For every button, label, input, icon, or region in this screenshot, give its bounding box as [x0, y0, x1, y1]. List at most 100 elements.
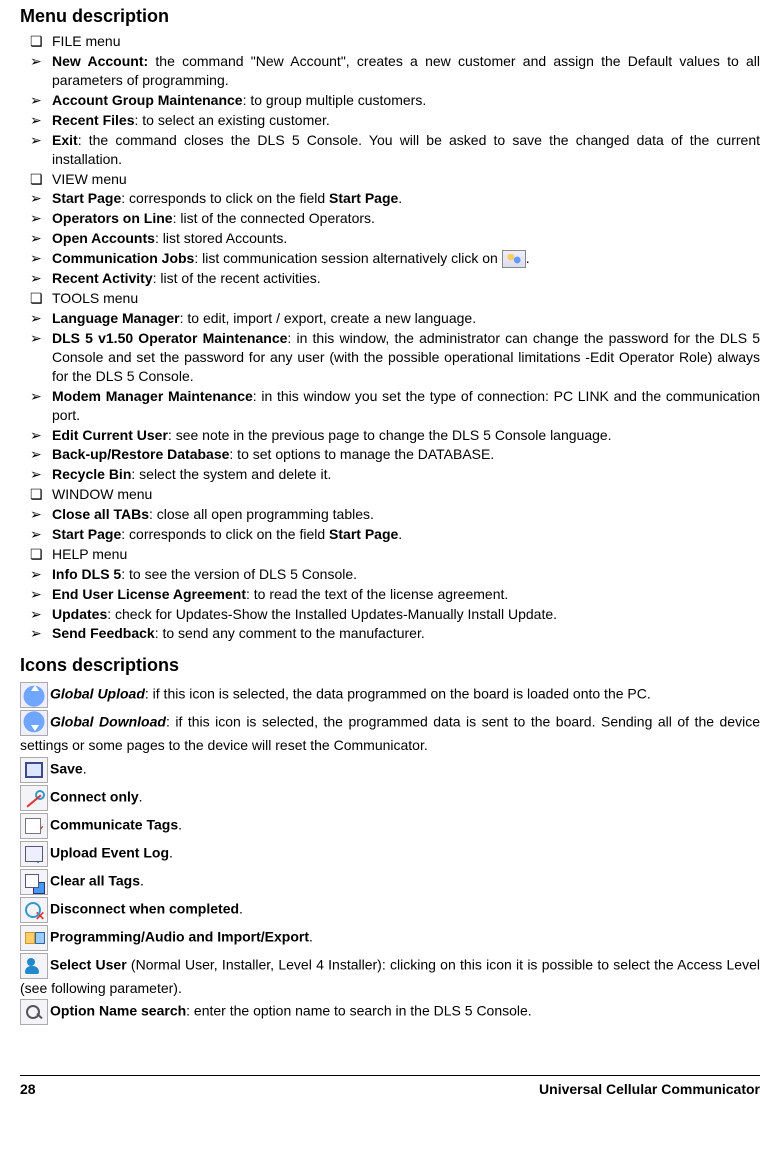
icon-item-desc: .: [140, 872, 144, 888]
menu-item-bold: Info DLS 5: [52, 566, 121, 582]
menu-item-tail: .: [398, 190, 402, 206]
icon-item-desc: : enter the option name to search in the…: [186, 1003, 532, 1019]
menu-item-desc: FILE menu: [52, 33, 120, 49]
menu-item-text: HELP menu: [52, 545, 760, 564]
menu-item-bold: Start Page: [52, 526, 121, 542]
menu-item: ❏TOOLS menu: [20, 289, 760, 308]
menu-item-desc: : close all open programming tables.: [149, 506, 374, 522]
gup-icon: [20, 682, 48, 708]
gdn-icon: [20, 710, 48, 736]
bullet-arrow-icon: ➢: [30, 465, 52, 484]
menu-item: ➢Account Group Maintenance: to group mul…: [20, 91, 760, 110]
uel-icon: [20, 841, 48, 867]
bullet-arrow-icon: ➢: [30, 189, 52, 208]
user-icon: [20, 953, 48, 979]
bullet-arrow-icon: ➢: [30, 624, 52, 643]
icon-item-label: Clear all Tags: [50, 872, 140, 888]
icon-item: Programming/Audio and Import/Export.: [20, 925, 760, 951]
menu-item-desc: HELP menu: [52, 546, 127, 562]
menu-item: ➢Start Page: corresponds to click on the…: [20, 525, 760, 544]
menu-item-desc: : list stored Accounts.: [155, 230, 287, 246]
menu-item: ➢Recycle Bin: select the system and dele…: [20, 465, 760, 484]
menu-item-bold: Back-up/Restore Database: [52, 446, 229, 462]
menu-item-desc: : to read the text of the license agreem…: [246, 586, 508, 602]
icon-item: Global Upload: if this icon is selected,…: [20, 682, 760, 708]
menu-item: ➢Modem Manager Maintenance: in this wind…: [20, 387, 760, 425]
conn-icon: [20, 785, 48, 811]
icon-item: Global Download: if this icon is selecte…: [20, 710, 760, 755]
menu-item: ❏WINDOW menu: [20, 485, 760, 504]
bullet-arrow-icon: ➢: [30, 585, 52, 604]
menu-item-bold: Recent Activity: [52, 270, 153, 286]
save-icon: [20, 757, 48, 783]
menu-item-desc: : list of the connected Operators.: [173, 210, 375, 226]
bullet-arrow-icon: ➢: [30, 505, 52, 524]
menu-item-desc: TOOLS menu: [52, 290, 138, 306]
icon-item-label: Save: [50, 760, 83, 776]
menu-item-desc: VIEW menu: [52, 171, 127, 187]
ctag-icon: [20, 813, 48, 839]
menu-item: ➢Updates: check for Updates-Show the Ins…: [20, 605, 760, 624]
icon-item-label: Programming/Audio and Import/Export: [50, 928, 309, 944]
communication-jobs-icon: [502, 250, 526, 268]
menu-item: ➢Communication Jobs: list communication …: [20, 249, 760, 268]
bullet-arrow-icon: ➢: [30, 209, 52, 228]
menu-item-bold: New Account:: [52, 53, 148, 69]
icon-item-desc: .: [83, 760, 87, 776]
menu-item-bold: Edit Current User: [52, 427, 168, 443]
menu-item-bold: Recent Files: [52, 112, 134, 128]
icon-item: Select User (Normal User, Installer, Lev…: [20, 953, 760, 998]
icon-item-label: Communicate Tags: [50, 816, 178, 832]
menu-item-text: DLS 5 v1.50 Operator Maintenance: in thi…: [52, 329, 760, 386]
menu-item-text: FILE menu: [52, 32, 760, 51]
icon-item-label: Upload Event Log: [50, 844, 169, 860]
menu-item-text: Recent Activity: list of the recent acti…: [52, 269, 760, 288]
menu-item-bold: Communication Jobs: [52, 250, 194, 266]
icon-item-desc: .: [139, 788, 143, 804]
bullet-arrow-icon: ➢: [30, 229, 52, 248]
menu-item-text: Open Accounts: list stored Accounts.: [52, 229, 760, 248]
prog-icon: [20, 925, 48, 951]
menu-item-text: WINDOW menu: [52, 485, 760, 504]
menu-item-desc: WINDOW menu: [52, 486, 152, 502]
menu-item: ❏HELP menu: [20, 545, 760, 564]
menu-item-bold: Operators on Line: [52, 210, 173, 226]
menu-item-desc: : check for Updates-Show the Installed U…: [107, 606, 557, 622]
bullet-arrow-icon: ➢: [30, 249, 52, 268]
bullet-arrow-icon: ➢: [30, 269, 52, 288]
menu-item-desc: : list communication session alternative…: [194, 250, 501, 266]
menu-item-bold: Close all TABs: [52, 506, 149, 522]
bullet-arrow-icon: ➢: [30, 387, 52, 406]
menu-item-text: Communication Jobs: list communication s…: [52, 249, 760, 268]
menu-item-tail: .: [398, 526, 402, 542]
menu-item-text: Start Page: corresponds to click on the …: [52, 189, 760, 208]
menu-item-desc: : to send any comment to the manufacture…: [155, 625, 425, 641]
menu-item-text: End User License Agreement: to read the …: [52, 585, 760, 604]
menu-item: ➢Exit: the command closes the DLS 5 Cons…: [20, 131, 760, 169]
menu-item-bold: Account Group Maintenance: [52, 92, 243, 108]
srch-icon: [20, 999, 48, 1025]
menu-item-text: Start Page: corresponds to click on the …: [52, 525, 760, 544]
menu-item-desc: : to group multiple customers.: [243, 92, 427, 108]
menu-item-text: Back-up/Restore Database: to set options…: [52, 445, 760, 464]
icon-item: Disconnect when completed.: [20, 897, 760, 923]
menu-item-bold: Updates: [52, 606, 107, 622]
menu-item-text: TOOLS menu: [52, 289, 760, 308]
menu-item: ➢Recent Activity: list of the recent act…: [20, 269, 760, 288]
icon-item: Save.: [20, 757, 760, 783]
menu-item-text: Exit: the command closes the DLS 5 Conso…: [52, 131, 760, 169]
icon-item-desc: .: [169, 844, 173, 860]
icon-item-label: Global Download: [50, 713, 166, 729]
bullet-arrow-icon: ➢: [30, 309, 52, 328]
icon-item-label: Select User: [50, 956, 127, 972]
menu-item: ➢Recent Files: to select an existing cus…: [20, 111, 760, 130]
menu-item-text: VIEW menu: [52, 170, 760, 189]
menu-item-desc: : to select an existing customer.: [134, 112, 329, 128]
menu-item: ➢Open Accounts: list stored Accounts.: [20, 229, 760, 248]
icon-item-desc: .: [239, 900, 243, 916]
menu-item-bold: End User License Agreement: [52, 586, 246, 602]
menu-item-text: Updates: check for Updates-Show the Inst…: [52, 605, 760, 624]
menu-item-bold-2: Start Page: [329, 190, 398, 206]
menu-item-desc: : see note in the previous page to chang…: [168, 427, 612, 443]
bullet-arrow-icon: ➢: [30, 91, 52, 110]
